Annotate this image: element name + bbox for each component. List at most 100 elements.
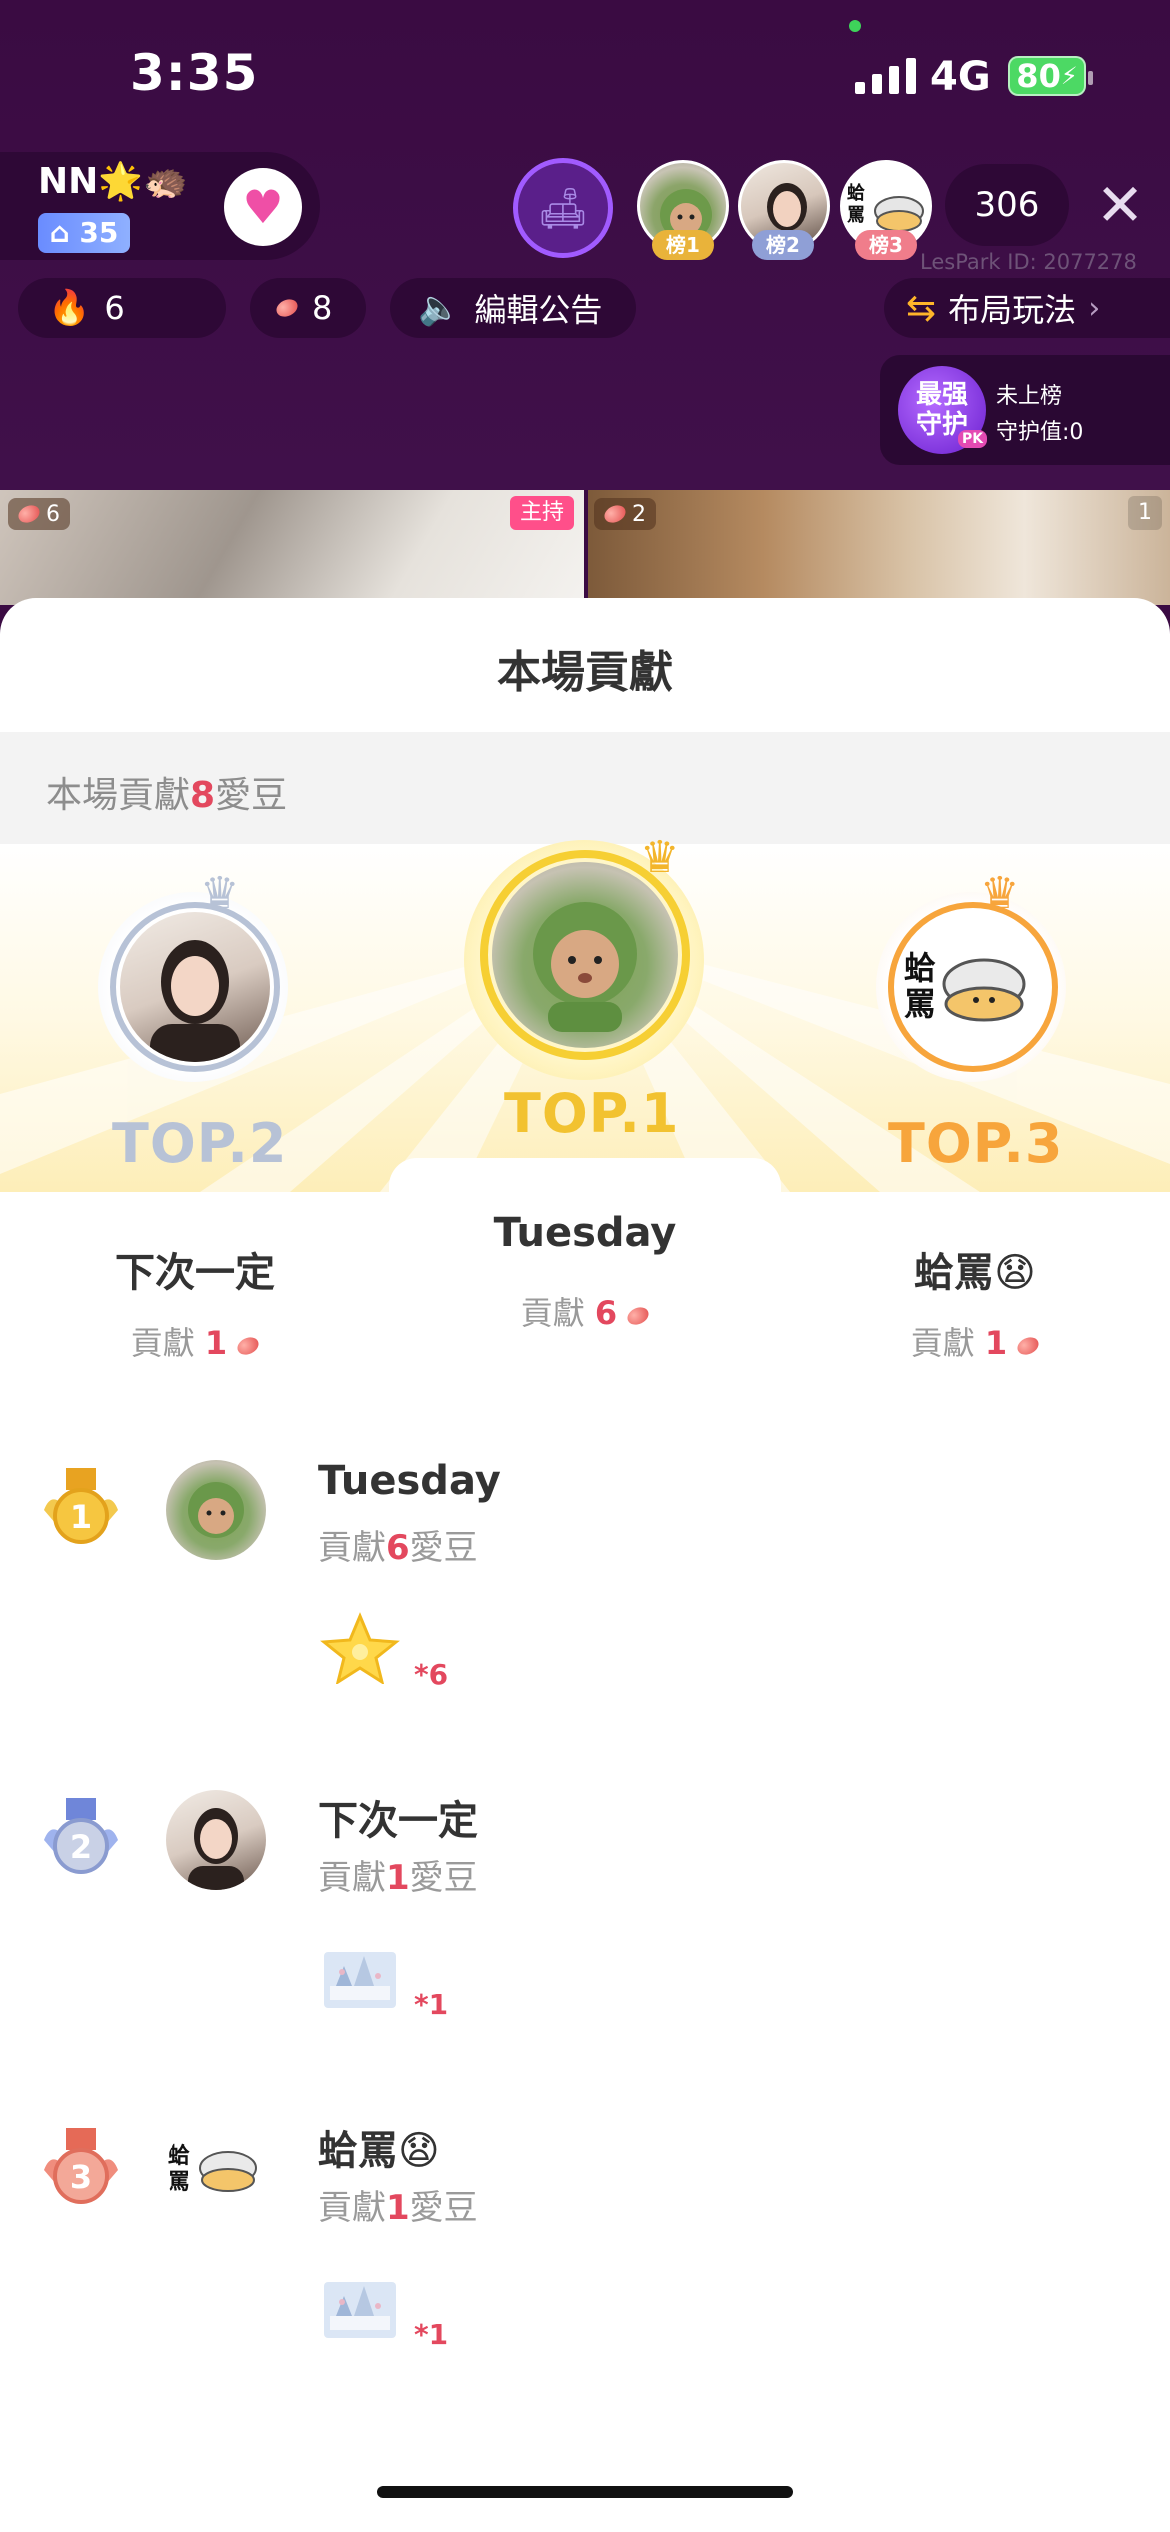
- list-avatar[interactable]: [166, 1790, 266, 1890]
- top3-avatar[interactable]: 蛤罵: [898, 912, 1048, 1062]
- bean-counter[interactable]: 8: [250, 278, 366, 338]
- list-contribution: 貢獻6愛豆: [318, 1520, 478, 1569]
- list-contrib-prefix: 貢獻: [318, 2188, 386, 2228]
- top3-crown-icon: ♛: [980, 868, 1020, 919]
- top2-contribution: 貢獻 1: [0, 1318, 390, 1364]
- bean-icon: [601, 502, 629, 526]
- list-name: 下次一定: [318, 1798, 478, 1844]
- gift-count: *1: [414, 2318, 449, 2351]
- top1-contribution: 貢獻 6: [389, 1288, 781, 1334]
- announcement-label: 編輯公告: [474, 291, 603, 329]
- list-contrib-suffix: 愛豆: [409, 1858, 478, 1898]
- seat-bean-count: 2: [632, 501, 646, 527]
- list-contrib-prefix: 貢獻: [318, 1858, 386, 1898]
- bean-icon: [234, 1334, 262, 1358]
- battery-icon: 80 ⚡: [1008, 56, 1093, 96]
- rank3-tag: 榜3: [855, 230, 917, 260]
- top3-contribution: 貢獻 1: [780, 1318, 1170, 1364]
- gold-medal-icon: 1: [44, 1468, 118, 1544]
- list-avatar[interactable]: 蛤罵: [166, 2120, 266, 2220]
- rank3-avatar-text: 蛤罵: [847, 183, 865, 226]
- list-contrib-value: 6: [386, 1528, 410, 1568]
- fire-icon: 🔥: [48, 288, 91, 328]
- top1-avatar[interactable]: [492, 862, 678, 1048]
- host-level-value: 35: [79, 216, 119, 249]
- list-contrib-prefix: 貢獻: [318, 1528, 386, 1568]
- home-indicator[interactable]: [377, 2486, 793, 2498]
- summary-prefix: 本場貢獻: [46, 775, 191, 816]
- list-name: 蛤罵😧: [318, 2128, 440, 2174]
- top1-contrib-value: 6: [594, 1294, 618, 1332]
- host-name-text: NN: [38, 161, 99, 202]
- star-gift-icon: [320, 1612, 400, 1684]
- follow-heart-button[interactable]: ♥: [224, 168, 302, 246]
- video-seat-1[interactable]: 2 1: [588, 490, 1170, 605]
- sheet-title: 本場貢獻: [497, 647, 673, 698]
- fire-counter[interactable]: 🔥 6: [18, 278, 226, 338]
- list-contribution: 貢獻1愛豆: [318, 2180, 478, 2229]
- seat-bean-badge: 2: [594, 498, 656, 530]
- top2-contrib-value: 1: [204, 1324, 228, 1362]
- top3-avatar-text: 蛤罵: [904, 949, 937, 1023]
- rank1-tag: 榜1: [652, 230, 714, 260]
- seat-number: 1: [1128, 496, 1162, 530]
- announcement-button[interactable]: 🔈 編輯公告: [390, 278, 636, 338]
- top1-contrib-label: 貢獻: [520, 1294, 585, 1332]
- top1-label: TOP.1: [504, 1082, 680, 1145]
- top2-label: TOP.2: [112, 1112, 288, 1175]
- bean-icon: [273, 296, 301, 320]
- bean-icon: [15, 502, 43, 526]
- speaker-icon: 🔈: [418, 288, 461, 328]
- summary-suffix: 愛豆: [215, 775, 288, 816]
- svg-text:2: 2: [70, 1828, 92, 1866]
- list-contrib-value: 1: [386, 2188, 410, 2228]
- seat-bean-badge: 6: [8, 498, 70, 530]
- top1-name: Tuesday: [493, 1210, 677, 1256]
- top1-crown-icon: ♛: [640, 832, 680, 883]
- woman-portrait-icon: [150, 940, 240, 1062]
- top1-card[interactable]: [389, 1158, 781, 1408]
- top3-name: 蛤罵😧: [914, 1250, 1036, 1296]
- list-avatar-text: 蛤罵: [168, 2144, 191, 2195]
- close-icon[interactable]: ✕: [1090, 175, 1150, 235]
- guard-logo-line1: 最强: [915, 380, 968, 410]
- network-type: 4G: [930, 54, 991, 100]
- summary-value: 8: [190, 775, 216, 816]
- sofa-seat-button[interactable]: 🛋: [513, 158, 613, 258]
- list-name: Tuesday: [318, 1458, 501, 1504]
- list-contrib-suffix: 愛豆: [409, 2188, 478, 2228]
- castle-gift-icon: [324, 1952, 396, 2008]
- list-contribution: 貢獻1愛豆: [318, 1850, 478, 1899]
- host-name[interactable]: NN🌟🦔: [38, 160, 188, 202]
- guard-status: 未上榜: [996, 384, 1063, 409]
- list-avatar[interactable]: [166, 1460, 266, 1560]
- green-character-icon: [533, 902, 637, 1032]
- castle-gift-icon: [324, 2282, 396, 2338]
- sofa-icon: 🛋: [537, 185, 589, 232]
- bean-icon: [1014, 1334, 1042, 1358]
- rank2-tag: 榜2: [752, 230, 814, 260]
- fire-count: 6: [104, 289, 125, 327]
- camera-indicator: [849, 20, 861, 32]
- host-tag: 主持: [509, 496, 574, 530]
- host-name-emoji: 🌟🦔: [98, 161, 188, 202]
- viewer-count[interactable]: 306: [945, 164, 1069, 246]
- swap-arrows-icon: ⇆: [906, 287, 937, 329]
- top2-crown-icon: ♛: [200, 868, 240, 919]
- top3-label: TOP.3: [888, 1112, 1064, 1175]
- gift-count: *6: [414, 1658, 449, 1691]
- chevron-right-icon: ›: [1088, 290, 1101, 326]
- host-level-badge: ⌂ 35: [38, 213, 130, 253]
- bronze-medal-icon: 3: [44, 2128, 118, 2204]
- list-contrib-value: 1: [386, 1858, 410, 1898]
- guard-value: 守护值:0: [996, 420, 1084, 445]
- top2-avatar[interactable]: [120, 912, 270, 1062]
- battery-level: 80: [1016, 57, 1061, 95]
- bean-icon: [624, 1304, 652, 1328]
- woman-portrait-icon: [188, 1808, 244, 1890]
- room-id: LesPark ID: 2077278: [920, 250, 1137, 274]
- heart-icon: ♥: [242, 180, 284, 234]
- layout-button[interactable]: ⇆ 布局玩法 ›: [884, 278, 1170, 338]
- silver-medal-icon: 2: [44, 1798, 118, 1874]
- video-seat-host[interactable]: 6 主持: [0, 490, 584, 605]
